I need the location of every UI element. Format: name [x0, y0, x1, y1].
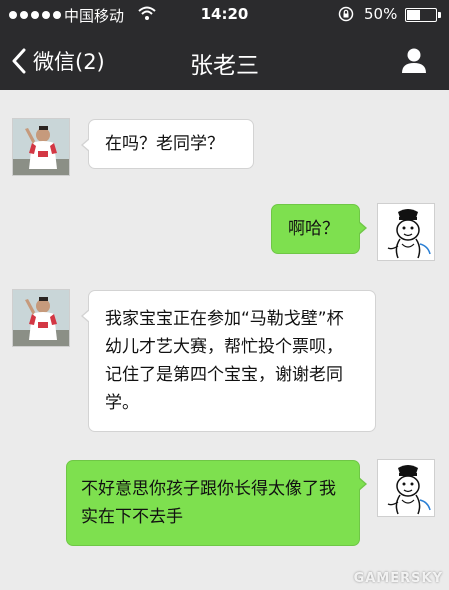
message-text: 我家宝宝正在参加“马勒戈壁”杯幼儿才艺大赛，帮忙投个票呗，记住了是第四个宝宝，谢…: [105, 309, 344, 413]
message-text: 在吗？老同学？: [105, 134, 224, 154]
contact-profile-icon[interactable]: [400, 46, 428, 74]
chat-title: 张老三: [190, 53, 259, 79]
nav-bar: 微信(2) 张老三: [0, 30, 449, 90]
message-bubble-outgoing[interactable]: 不好意思你孩子跟你长得太像了我实在下不去手: [66, 460, 367, 546]
message-text: 啊哈？: [288, 219, 339, 239]
battery-percent: 50%: [364, 5, 398, 23]
message-bubble-outgoing[interactable]: 啊哈？: [271, 204, 367, 254]
message-bubble-incoming[interactable]: 在吗？老同学？: [81, 119, 254, 169]
rotation-lock-icon: [338, 6, 354, 22]
self-avatar[interactable]: [377, 459, 435, 517]
watermark: GAMERSKY: [353, 571, 443, 586]
status-bar: 中国移动 14:20 50%: [0, 0, 449, 30]
message-text: 不好意思你孩子跟你长得太像了我实在下不去手: [81, 479, 336, 527]
message-bubble-incoming[interactable]: 我家宝宝正在参加“马勒戈壁”杯幼儿才艺大赛，帮忙投个票呗，记住了是第四个宝宝，谢…: [81, 290, 376, 432]
self-avatar[interactable]: [377, 203, 435, 261]
contact-avatar[interactable]: [12, 118, 70, 176]
battery-icon: [405, 8, 441, 22]
chat-area[interactable]: 在吗？老同学？ 啊哈？ 我家宝宝正在参加“马勒戈壁”杯幼儿才艺大赛，帮忙投个票呗…: [0, 90, 449, 590]
contact-avatar[interactable]: [12, 289, 70, 347]
